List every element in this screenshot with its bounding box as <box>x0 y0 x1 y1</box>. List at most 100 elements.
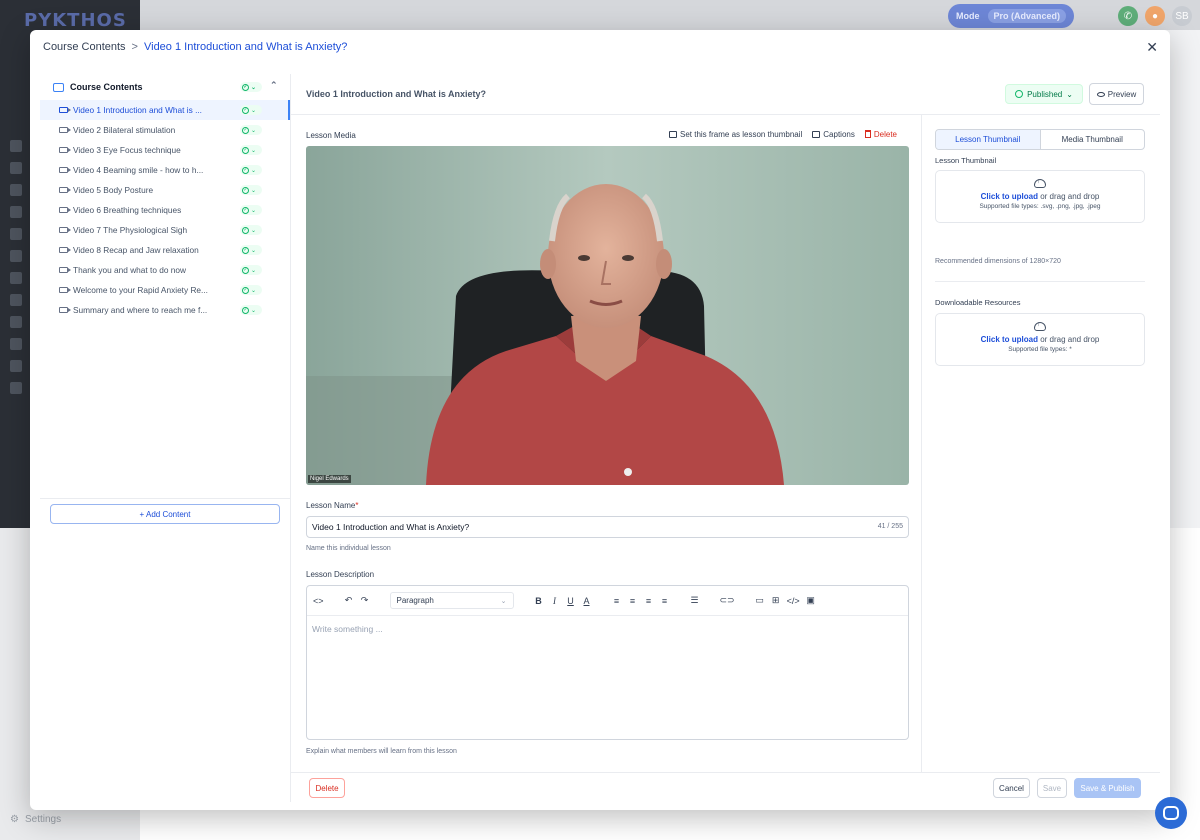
add-content-button[interactable]: + Add Content <box>50 504 280 524</box>
publish-status-label: Published <box>1027 89 1063 99</box>
underline-icon[interactable]: U <box>566 596 576 606</box>
bell-icon[interactable]: ● <box>1145 6 1165 26</box>
lesson-label: Thank you and what to do now <box>73 265 187 275</box>
cancel-button[interactable]: Cancel <box>993 778 1030 798</box>
chat-icon <box>1163 806 1179 820</box>
align-right-icon[interactable]: ≡ <box>644 596 654 606</box>
lesson-label: Video 5 Body Posture <box>73 185 154 195</box>
status-badge[interactable]: ✓ ⌄ <box>240 145 262 155</box>
lesson-item[interactable]: Video 6 Breathing techniques ✓ ⌄ <box>40 200 290 220</box>
description-placeholder[interactable]: Write something ... <box>307 616 908 642</box>
delete-lesson-button[interactable]: Delete <box>309 778 345 798</box>
media-icon[interactable]: ▭ <box>755 595 765 606</box>
lesson-item[interactable]: Summary and where to reach me f... ✓ ⌄ <box>40 300 290 320</box>
lesson-item[interactable]: Welcome to your Rapid Anxiety Re... ✓ ⌄ <box>40 280 290 300</box>
publish-status-dropdown[interactable]: Published ⌄ <box>1005 84 1083 104</box>
paragraph-style-value: Paragraph <box>396 596 434 605</box>
video-icon <box>59 227 71 233</box>
save-button[interactable]: Save <box>1037 778 1067 798</box>
status-badge[interactable]: ✓ ⌄ <box>240 305 262 315</box>
trash-icon <box>864 130 871 138</box>
status-badge[interactable]: ✓ ⌄ <box>240 245 262 255</box>
status-badge[interactable]: ✓ ⌄ <box>240 205 262 215</box>
bg-settings[interactable]: ⚙ Settings <box>10 814 61 825</box>
lesson-item[interactable]: Video 7 The Physiological Sigh ✓ ⌄ <box>40 220 290 240</box>
resources-upload-zone[interactable]: Click to upload or drag and drop Support… <box>935 313 1145 366</box>
lesson-item[interactable]: Video 3 Eye Focus technique ✓ ⌄ <box>40 140 290 160</box>
breadcrumb-root[interactable]: Course Contents <box>43 41 126 53</box>
chat-widget-button[interactable] <box>1155 797 1187 829</box>
phone-icon[interactable]: ✆ <box>1118 6 1138 26</box>
lesson-thumbnail-label: Lesson Thumbnail <box>935 156 997 165</box>
thumbnail-file-types: Supported file types: .svg, .png, .jpg, … <box>979 203 1101 210</box>
lesson-item[interactable]: Video 2 Bilateral stimulation ✓ ⌄ <box>40 120 290 140</box>
video-icon <box>59 147 71 153</box>
code-view-icon[interactable]: <> <box>313 596 324 606</box>
code-icon[interactable]: </> <box>787 596 800 606</box>
bold-icon[interactable]: B <box>534 596 544 606</box>
lesson-label: Video 3 Eye Focus technique <box>73 145 181 155</box>
italic-icon[interactable]: I <box>550 596 560 606</box>
bg-mode-label: Mode <box>956 11 980 21</box>
image-icon[interactable]: ▣ <box>806 595 816 606</box>
status-badge[interactable]: ✓ ⌄ <box>240 185 262 195</box>
align-justify-icon[interactable]: ≡ <box>660 596 670 606</box>
preview-button[interactable]: Preview <box>1089 83 1144 105</box>
delete-media-label: Delete <box>873 130 897 139</box>
divider <box>935 281 1145 282</box>
thumbnail-upload-link[interactable]: Click to upload <box>981 192 1038 201</box>
lesson-item[interactable]: Video 5 Body Posture ✓ ⌄ <box>40 180 290 200</box>
resources-upload-link[interactable]: Click to upload <box>981 335 1038 344</box>
chevron-down-icon: ⌄ <box>500 597 507 605</box>
root-status-badge[interactable]: ✓ ⌄ <box>240 82 262 92</box>
text-color-icon[interactable]: A <box>582 596 592 606</box>
lesson-name-label: Lesson Name* <box>306 501 358 510</box>
status-badge[interactable]: ✓ ⌄ <box>240 225 262 235</box>
link-icon[interactable]: ⊂⊃ <box>720 595 735 606</box>
captions-button[interactable]: Captions <box>812 130 855 139</box>
avatar[interactable]: SB <box>1172 6 1192 26</box>
redo-icon[interactable]: ↷ <box>360 595 370 606</box>
status-badge[interactable]: ✓ ⌄ <box>240 165 262 175</box>
video-player[interactable]: Nigel Edwards <box>306 146 909 485</box>
tree-root-course-contents[interactable]: Course Contents ✓ ⌄ ⌃ <box>40 74 290 100</box>
align-left-icon[interactable]: ≡ <box>612 596 622 606</box>
tree-root-label: Course Contents <box>70 82 143 92</box>
lesson-item[interactable]: Video 4 Beaming smile - how to h... ✓ ⌄ <box>40 160 290 180</box>
paragraph-style-select[interactable]: Paragraph ⌄ <box>389 592 514 609</box>
thumbnail-tabs: Lesson Thumbnail Media Thumbnail <box>935 129 1145 150</box>
table-icon[interactable]: ⊞ <box>771 595 781 606</box>
delete-media-button[interactable]: Delete <box>864 130 897 139</box>
bg-mode-toggle[interactable]: Mode Pro (Advanced) <box>948 4 1074 28</box>
lesson-label: Video 4 Beaming smile - how to h... <box>73 165 204 175</box>
lesson-item[interactable]: Video 1 Introduction and What is ... ✓ ⌄ <box>40 100 290 120</box>
bg-side-icons <box>10 140 22 394</box>
image-icon <box>669 131 677 138</box>
chevron-up-icon[interactable]: ⌃ <box>270 80 278 91</box>
video-icon <box>59 247 71 253</box>
status-badge[interactable]: ✓ ⌄ <box>240 285 262 295</box>
lesson-label: Video 8 Recap and Jaw relaxation <box>73 245 199 255</box>
set-thumbnail-button[interactable]: Set this frame as lesson thumbnail <box>669 130 802 139</box>
align-center-icon[interactable]: ≡ <box>628 596 638 606</box>
bullet-list-icon[interactable]: ☰ <box>690 595 700 606</box>
lesson-name-input[interactable]: Video 1 Introduction and What is Anxiety… <box>306 516 909 538</box>
resources-upload-rest: or drag and drop <box>1037 335 1100 344</box>
bg-settings-label: Settings <box>24 814 62 825</box>
status-badge[interactable]: ✓ ⌄ <box>240 265 262 275</box>
undo-icon[interactable]: ↶ <box>344 595 354 606</box>
lesson-label: Video 6 Breathing techniques <box>73 205 182 215</box>
close-icon[interactable]: ✕ <box>1146 39 1158 56</box>
speaker-name-tag: Nigel Edwards <box>308 475 351 483</box>
lesson-label: Summary and where to reach me f... <box>73 305 208 315</box>
recommended-dimensions: Recommended dimensions of 1280×720 <box>935 258 1061 265</box>
thumbnail-upload-zone[interactable]: Click to upload or drag and drop Support… <box>935 170 1145 223</box>
lesson-item[interactable]: Thank you and what to do now ✓ ⌄ <box>40 260 290 280</box>
status-badge[interactable]: ✓ ⌄ <box>240 105 262 115</box>
tab-media-thumbnail[interactable]: Media Thumbnail <box>1041 130 1145 149</box>
video-icon <box>59 107 71 113</box>
save-publish-button[interactable]: Save & Publish <box>1074 778 1141 798</box>
status-badge[interactable]: ✓ ⌄ <box>240 125 262 135</box>
lesson-item[interactable]: Video 8 Recap and Jaw relaxation ✓ ⌄ <box>40 240 290 260</box>
tab-lesson-thumbnail[interactable]: Lesson Thumbnail <box>936 130 1041 149</box>
